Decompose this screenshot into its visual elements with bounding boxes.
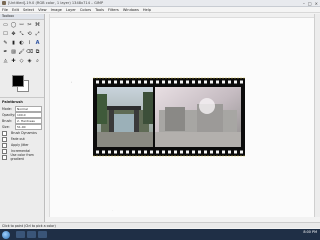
canvas-guide-marker: › — [71, 80, 73, 84]
menu-edit[interactable]: Edit — [12, 7, 19, 12]
size-label: Size: — [2, 125, 10, 129]
text-tool-icon[interactable]: A — [34, 40, 41, 47]
title-bar: [Untitled]-19.0 (RGB color, 1 layer) 134… — [0, 0, 320, 7]
checkbox-icon[interactable] — [2, 148, 7, 154]
scale-tool-icon[interactable]: ⤢ — [34, 31, 41, 38]
tool-options: Paintbrush Mode: Normal Opacity: 100.0 B… — [0, 97, 44, 162]
menu-tools[interactable]: Tools — [95, 7, 104, 12]
align-tool-icon[interactable]: ⤡ — [18, 31, 25, 38]
brush-label: Brush: — [2, 119, 13, 123]
eraser-tool-icon[interactable]: ⌫ — [26, 49, 33, 56]
crop-tool-icon[interactable]: ☐ — [2, 31, 9, 38]
window-controls: – □ × — [303, 1, 318, 6]
menu-select[interactable]: Select — [23, 7, 34, 12]
color-swatches — [0, 71, 44, 93]
start-button[interactable] — [2, 230, 10, 239]
ink-tool-icon[interactable]: ✒ — [2, 49, 9, 56]
checkbox-icon[interactable] — [2, 154, 7, 160]
canvas-area[interactable]: › · — [46, 14, 315, 217]
menu-image[interactable]: Image — [51, 7, 62, 12]
foreground-select-tool-icon[interactable]: ⌘ — [34, 22, 41, 29]
photo-frame-right — [155, 87, 241, 147]
system-tray: 8:00 PM — [303, 230, 317, 235]
menu-layer[interactable]: Layer — [66, 7, 76, 12]
minimize-button[interactable]: – — [303, 1, 305, 6]
fade-out-label: Fade out — [11, 137, 25, 141]
menu-view[interactable]: View — [38, 7, 47, 12]
measure-tool-icon[interactable]: ✚ — [10, 58, 17, 65]
vertical-scrollbar[interactable] — [314, 14, 320, 217]
move-tool-icon[interactable]: ✥ — [10, 31, 17, 38]
status-bar: Click to paint (Ctrl to pick a color) — [0, 222, 320, 228]
heal-tool-icon[interactable]: ◬ — [2, 58, 9, 65]
apply-jitter-label: Apply Jitter — [11, 143, 29, 147]
smudge-tool-icon[interactable]: ⌇ — [26, 40, 33, 47]
size-field[interactable]: 51.00 — [15, 124, 42, 130]
bucket-fill-tool-icon[interactable]: ▨ — [10, 49, 17, 56]
pencil-tool-icon[interactable]: ✎ — [2, 40, 9, 47]
vertical-ruler[interactable] — [46, 14, 50, 217]
paths-tool-icon[interactable]: ◇ — [18, 58, 25, 65]
maximize-button[interactable]: □ — [308, 1, 312, 6]
canvas-guide-marker: · — [112, 208, 113, 212]
close-button[interactable]: × — [315, 1, 318, 6]
menu-colors[interactable]: Colors — [80, 7, 91, 12]
menu-file[interactable]: File — [2, 7, 8, 12]
menu-bar: File Edit Select View Image Layer Colors… — [0, 7, 320, 13]
taskbar-app-icon[interactable] — [38, 231, 47, 238]
rotate-tool-icon[interactable]: ⟲ — [26, 31, 33, 38]
opacity-label: Opacity: — [2, 113, 16, 117]
zoom-tool-icon[interactable]: ⌕ — [34, 58, 41, 65]
free-select-tool-icon[interactable]: ꟷ — [18, 22, 25, 29]
mode-label: Mode: — [2, 107, 12, 111]
scissors-tool-icon[interactable]: ✂ — [26, 22, 33, 29]
menu-filters[interactable]: Filters — [108, 7, 119, 12]
menu-windows[interactable]: Windows — [123, 7, 139, 12]
taskbar-app-icon[interactable] — [16, 231, 25, 238]
windows-taskbar: 8:00 PM — [0, 229, 320, 240]
checkbox-icon[interactable] — [2, 142, 7, 148]
gradient-color-label: Use color from gradient — [10, 153, 34, 161]
horizontal-ruler[interactable] — [46, 14, 314, 18]
checkbox-icon[interactable] — [2, 130, 7, 136]
menu-help[interactable]: Help — [143, 7, 151, 12]
paintbrush-tool-icon[interactable]: ▮ — [10, 40, 17, 47]
gimp-app-icon — [2, 1, 6, 5]
clock[interactable]: 8:00 PM — [303, 230, 317, 234]
window-title: [Untitled]-19.0 (RGB color, 1 layer) 134… — [8, 0, 104, 5]
status-text: Click to paint (Ctrl to pick a color) — [2, 224, 56, 228]
tool-options-heading: Paintbrush — [2, 100, 23, 104]
checkbox-icon[interactable] — [2, 136, 7, 142]
brush-dynamics-label: Brush Dynamics — [11, 131, 37, 135]
clone-tool-icon[interactable]: ⧉ — [34, 49, 41, 56]
color-picker-tool-icon[interactable]: ◈ — [26, 58, 33, 65]
foreground-color-swatch[interactable] — [12, 75, 24, 87]
ellipse-select-tool-icon[interactable]: ◯ — [10, 22, 17, 29]
rect-select-tool-icon[interactable]: ▭ — [2, 22, 9, 29]
airbrush-tool-icon[interactable]: 🖌 — [18, 49, 25, 56]
dodge-burn-tool-icon[interactable]: ◐ — [18, 40, 25, 47]
toolbox-panel: Toolbox ▭ ◯ ꟷ ✂ ⌘ ☐ ✥ ⤡ ⟲ ⤢ ✎ ▮ ◐ ⌇ A ✒ … — [0, 14, 45, 222]
photo-frame-left — [97, 87, 153, 147]
taskbar-app-icon[interactable] — [27, 231, 36, 238]
option-gradient-color[interactable]: Use color from gradient — [2, 153, 42, 161]
film-strip-image[interactable] — [47, 14, 315, 217]
tool-grid: ▭ ◯ ꟷ ✂ ⌘ ☐ ✥ ⤡ ⟲ ⤢ ✎ ▮ ◐ ⌇ A ✒ ▨ 🖌 ⌫ ⧉ … — [0, 20, 44, 68]
